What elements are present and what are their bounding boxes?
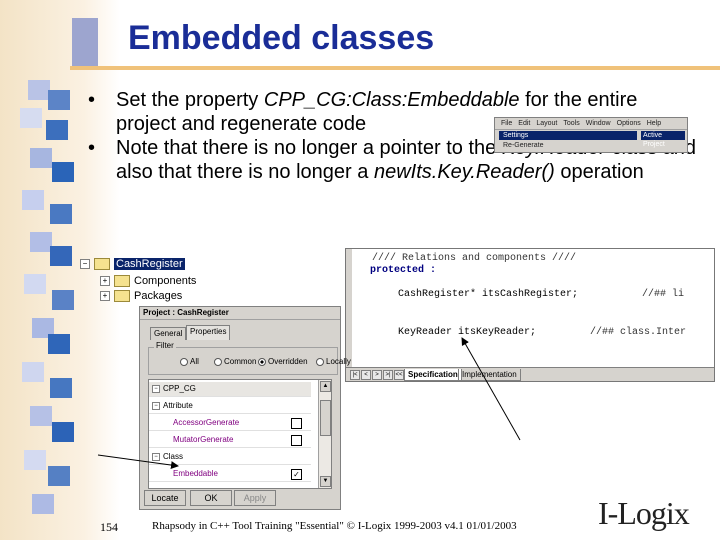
page-number: 154 [100, 520, 118, 534]
arrow-to-embeddable [97, 454, 179, 470]
callout-arrows [97, 337, 521, 470]
footer-text: Rhapsody in C++ Tool Training "Essential… [152, 520, 517, 532]
arrow-to-keyreader [461, 337, 521, 441]
company-logo: I-Logix [598, 495, 690, 531]
